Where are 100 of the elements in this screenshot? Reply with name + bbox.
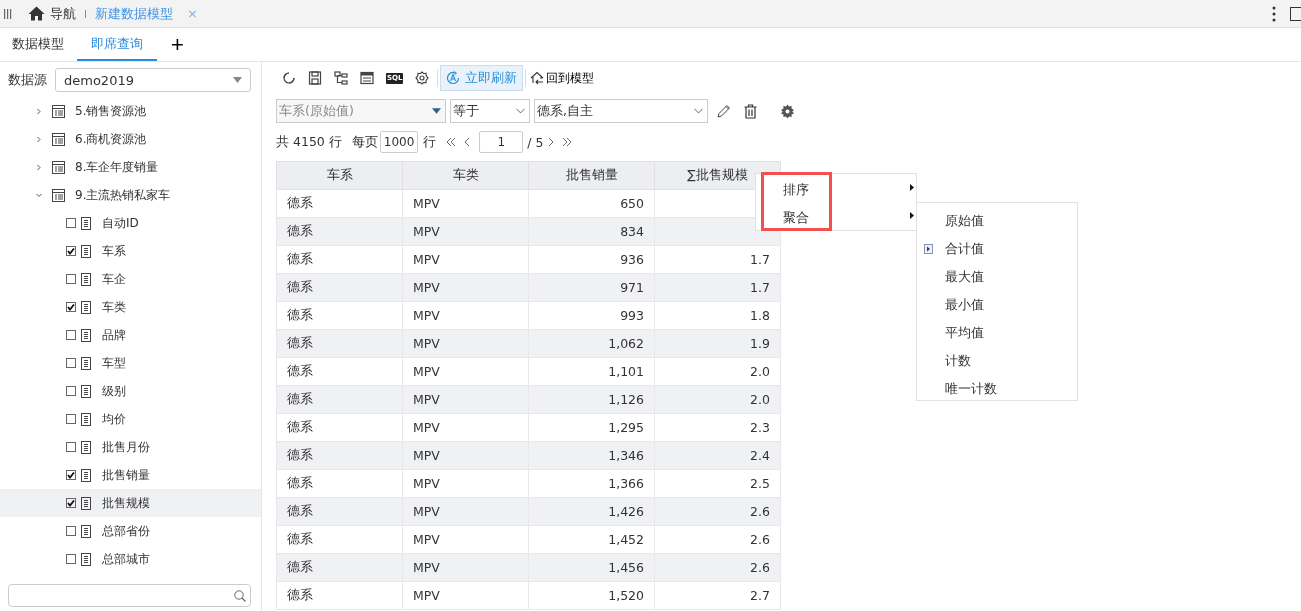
table-cell: MPV [402,301,529,330]
checkbox[interactable] [66,554,76,564]
refresh-icon[interactable] [282,71,296,85]
table-cell: MPV [402,525,529,554]
operator-dropdown[interactable]: 等于 [450,99,530,123]
column-icon [81,384,91,398]
menu-item[interactable]: 原始值 [917,207,1077,235]
menu-item[interactable]: 合计值 [917,235,1077,263]
field-dropdown[interactable]: 车系(原始值) [276,99,446,123]
menu-item[interactable]: 聚合 [783,210,809,227]
menu-item[interactable]: 计数 [917,347,1077,375]
table-cell: MPV [402,385,529,414]
checkbox[interactable] [66,246,76,256]
last-page-icon[interactable] [562,137,573,147]
nav-link[interactable]: 导航 [50,4,76,23]
checkbox[interactable] [66,526,76,536]
table-cell: MPV [402,497,529,526]
table-cell: 德系 [276,329,403,358]
selected-row-highlight[interactable]: 批售规模 [0,489,261,517]
table-icon [52,104,65,118]
checkbox[interactable] [66,386,76,396]
chevron-down-icon [516,108,525,114]
layout-icon[interactable] [360,71,374,85]
table-cell: MPV [402,413,529,442]
table-cell: 834 [528,217,655,246]
table-cell: MPV [402,441,529,470]
check-icon [67,471,75,479]
checkbox[interactable] [66,414,76,424]
tab[interactable]: 即席查询 [77,28,157,61]
menu-item[interactable]: 平均值 [917,319,1077,347]
page-size-field[interactable]: 1000 [379,131,419,153]
table-cell: 德系 [276,189,403,218]
checkbox[interactable] [66,358,76,368]
checkbox[interactable] [66,218,76,228]
column-icon [81,524,91,538]
menu-item[interactable]: 排序 [783,182,809,199]
grip-icon[interactable] [4,8,12,19]
table-cell: 936 [528,245,655,274]
checkbox[interactable] [66,442,76,452]
window-icon[interactable] [1290,6,1301,21]
checkbox[interactable] [66,470,76,480]
check-icon [67,499,75,507]
table-cell: MPV [402,273,529,302]
menu-item[interactable]: 最大值 [917,263,1077,291]
table-cell: MPV [402,469,529,498]
table-cell: 2.3 [654,413,781,442]
column-icon [81,552,91,566]
checkbox[interactable] [66,302,76,312]
table-cell: 1.7 [654,273,781,302]
table-cell: 德系 [276,357,403,386]
field-label: 自动ID [102,214,139,232]
table-cell: MPV [402,217,529,246]
hierarchy-icon[interactable] [334,71,348,85]
delete-icon[interactable] [743,103,758,119]
checkbox[interactable] [66,274,76,284]
tree-node[interactable]: 6.商机资源池 [0,125,261,153]
save-icon[interactable] [308,71,322,85]
table-cell: 2.0 [654,385,781,414]
edit-icon[interactable] [716,103,731,119]
table-cell: 德系 [276,553,403,582]
field-label: 批售规模 [102,494,150,512]
column-icon [81,356,91,370]
table-icon [52,160,65,174]
column-icon [81,496,91,510]
checkbox[interactable] [66,498,76,508]
field-label: 车类 [102,298,126,316]
column-icon [81,468,91,482]
back-to-model-button[interactable]: 回到模型 [528,69,597,87]
column-icon [81,216,91,230]
settings-icon[interactable] [780,103,795,119]
more-icon[interactable] [1272,5,1276,22]
tree-node[interactable]: 5.销售资源池 [0,97,261,125]
column-header[interactable]: 车类 [402,161,529,190]
checkbox[interactable] [66,330,76,340]
value-dropdown[interactable]: 德系,自主 [534,99,708,123]
tree-node[interactable]: 8.车企年度销量 [0,153,261,181]
table-cell: 1,366 [528,469,655,498]
datasource-dropdown[interactable]: demo2019 [55,68,251,92]
settings-icon[interactable] [415,71,430,85]
search-field[interactable] [8,584,251,607]
table-cell: 1,295 [528,413,655,442]
table-cell: MPV [402,329,529,358]
tree-node[interactable]: 9.主流热销私家车 [0,181,261,209]
first-page-icon[interactable] [446,137,457,147]
page-number-field[interactable]: 1 [479,131,524,153]
search-icon[interactable] [234,589,246,602]
menu-item[interactable]: 最小值 [917,291,1077,319]
table-cell: 1,101 [528,357,655,386]
table-cell: 1,426 [528,497,655,526]
table-cell: 德系 [276,525,403,554]
table-cell: 2.7 [654,581,781,610]
tab[interactable]: 数据模型 [0,28,77,61]
table-cell: 德系 [276,581,403,610]
auto-refresh-icon [446,71,461,85]
menu-item[interactable]: 唯一计数 [917,375,1077,403]
add-tab-button[interactable]: + [157,28,198,61]
column-header[interactable]: 批售销量 [528,161,655,190]
home-icon[interactable] [28,6,45,21]
column-header[interactable]: 车系 [276,161,403,190]
field-label: 总部省份 [102,522,150,540]
